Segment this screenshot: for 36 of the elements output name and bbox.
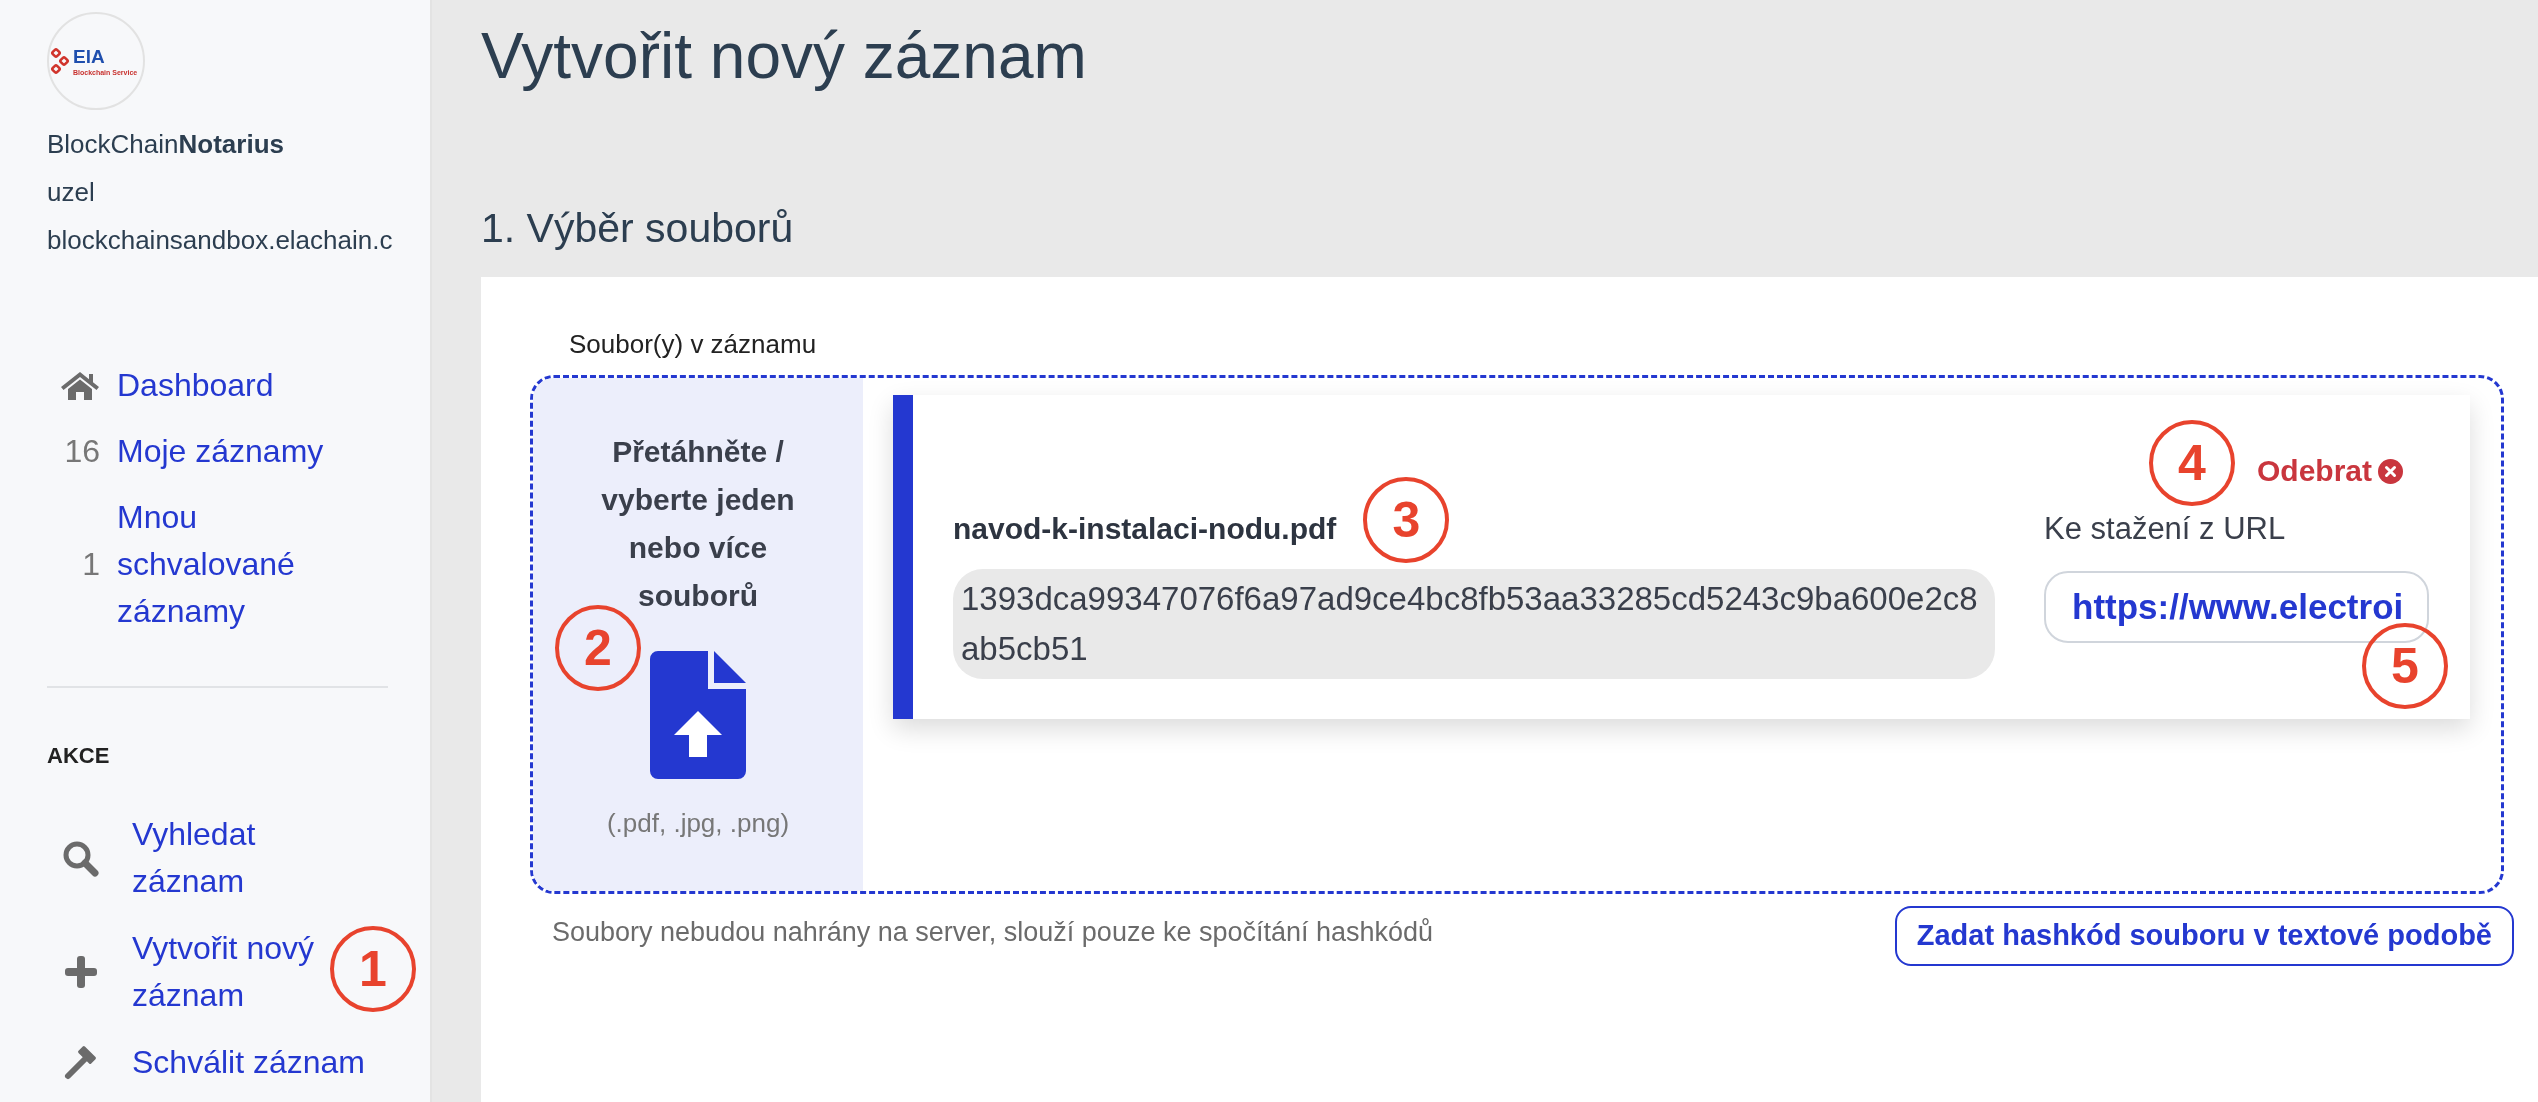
- url-label: Ke stažení z URL: [2044, 510, 2286, 548]
- field-label: Soubor(y) v záznamu: [569, 328, 817, 361]
- chain-link-icon: [50, 46, 70, 76]
- close-icon: [2378, 458, 2403, 484]
- plus-icon: [64, 956, 97, 988]
- page-title: Vytvořit nový záznam: [481, 19, 1087, 94]
- file-upload-icon: [650, 651, 746, 779]
- gavel-icon: [62, 1044, 99, 1081]
- action-link[interactable]: Schválit záznam: [132, 1039, 372, 1086]
- action-link[interactable]: Vytvořit nový záznam: [132, 925, 322, 1019]
- file-hash: 1393dca99347076f6a97ad9ce4bc8fb53aa33285cd5243c9ba600e2c8ab5cb51: [953, 569, 1995, 679]
- logo-wordmark: ElA: [73, 46, 106, 66]
- callout-number: 4: [2148, 420, 2235, 506]
- section-heading: AKCE: [47, 742, 110, 770]
- file-name: navod-k-instalaci-nodu.pdf: [953, 511, 1337, 547]
- search-icon: [62, 839, 99, 877]
- callout-number: 5: [2362, 623, 2448, 709]
- file-format-hint: (.pdf, .jpg, .png): [606, 808, 790, 838]
- nav-link[interactable]: Dashboard: [117, 362, 357, 409]
- callout-number: 2: [555, 605, 641, 691]
- callout-number: 3: [1363, 477, 1450, 563]
- upload-note: Soubory nebudou nahrány na server, slouží pouze ke spočítání hashkódů: [552, 916, 1434, 949]
- enter-hash-button[interactable]: Zadat hashkód souboru v textové podobě: [1894, 906, 2514, 966]
- nav-link[interactable]: Mnou schvalované záznamy: [117, 494, 357, 635]
- node-label: uzel: [47, 176, 95, 209]
- app-name: BlockChainNotarius: [47, 128, 284, 161]
- nav-link[interactable]: Moje záznamy: [117, 428, 357, 475]
- home-icon: [60, 370, 100, 401]
- record-count: 16: [64, 432, 100, 471]
- action-link[interactable]: Vyhledat záznam: [132, 811, 372, 905]
- section-title: 1. Výběr souborů: [481, 204, 794, 253]
- node-host: blockchainsandbox.elachain.c: [47, 224, 393, 257]
- record-count: 1: [82, 545, 100, 584]
- remove-button[interactable]: Odebrat: [2256, 453, 2403, 489]
- callout-number: 1: [330, 926, 416, 1012]
- url-field[interactable]: https://www.electroi: [2044, 571, 2429, 643]
